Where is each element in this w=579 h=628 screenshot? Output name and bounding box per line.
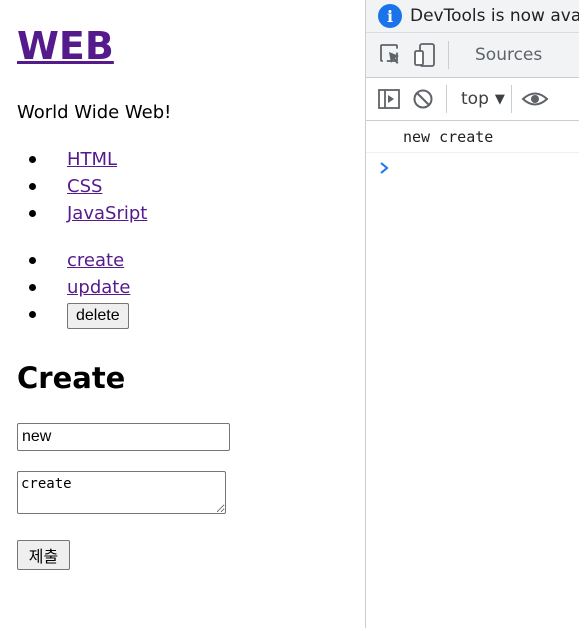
toolbar-divider xyxy=(446,85,447,113)
list-item: CSS xyxy=(28,175,147,202)
tab-sources[interactable]: Sources xyxy=(475,45,542,65)
info-icon: i xyxy=(378,4,402,28)
delete-button[interactable]: delete xyxy=(67,303,129,329)
site-title-link[interactable]: WEB xyxy=(17,22,114,70)
create-link[interactable]: create xyxy=(67,250,124,271)
list-item: JavaSript xyxy=(28,202,147,229)
chevron-right-icon xyxy=(380,162,389,174)
console-prompt[interactable] xyxy=(366,153,579,183)
list-item: HTML xyxy=(28,148,147,175)
console-toolbar: top ▼ xyxy=(366,78,579,121)
console-log-message: new create xyxy=(366,121,579,153)
context-label: top xyxy=(461,89,489,109)
list-item: delete xyxy=(28,303,130,330)
list-item: update xyxy=(28,276,130,303)
toolbar-divider xyxy=(510,85,512,113)
inspect-element-icon[interactable] xyxy=(374,33,408,78)
chevron-down-icon: ▼ xyxy=(494,91,505,107)
clear-console-icon[interactable] xyxy=(406,77,440,122)
device-toolbar-icon[interactable] xyxy=(408,33,442,78)
infobar-text: DevTools is now available in Korean xyxy=(410,6,579,26)
context-selector[interactable]: top ▼ xyxy=(461,89,505,109)
section-title: Create xyxy=(17,361,126,395)
tagline: World Wide Web! xyxy=(17,102,172,123)
topic-link-javascript[interactable]: JavaSript xyxy=(67,203,147,224)
topic-link-html[interactable]: HTML xyxy=(67,149,117,170)
devtools-infobar: i DevTools is now available in Korean xyxy=(366,0,579,33)
list-item: create xyxy=(28,249,130,276)
title-input[interactable] xyxy=(17,423,230,451)
submit-button[interactable]: 제출 xyxy=(17,540,70,570)
control-list: create update delete xyxy=(28,249,130,330)
topic-link-css[interactable]: CSS xyxy=(67,176,102,197)
toolbar-divider xyxy=(448,41,449,69)
devtools-tabbar: Sources xyxy=(366,33,579,78)
live-expression-eye-icon[interactable] xyxy=(518,77,552,122)
topic-nav-list: HTML CSS JavaSript xyxy=(28,148,147,229)
show-sidebar-icon[interactable] xyxy=(372,77,406,122)
update-link[interactable]: update xyxy=(67,277,130,298)
body-textarea[interactable]: create xyxy=(17,471,226,514)
devtools-panel: i DevTools is now available in Korean So… xyxy=(365,0,579,628)
web-page: WEB World Wide Web! HTML CSS JavaSript c… xyxy=(0,0,365,628)
